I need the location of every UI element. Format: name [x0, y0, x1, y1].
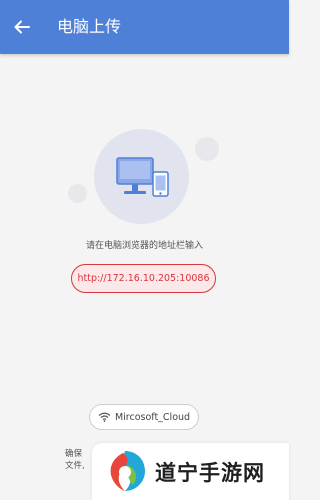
app-bar: 电脑上传: [0, 0, 289, 54]
back-button[interactable]: [8, 13, 36, 41]
watermark-logo-icon: [110, 451, 145, 491]
wifi-icon: [98, 412, 111, 422]
decor-dot: [68, 184, 87, 203]
server-address-text[interactable]: http://172.16.10.205:10086: [77, 273, 209, 284]
decor-dot: [195, 137, 219, 161]
wifi-network-name: Mircosoft_Cloud: [114, 411, 191, 423]
watermark-overlay: 道宁手游网: [92, 443, 289, 500]
monitor-phone-icon: [116, 157, 169, 197]
page-title: 电脑上传: [57, 17, 122, 36]
arrow-left-icon: [14, 20, 30, 34]
server-address-pill[interactable]: http://172.16.10.205:10086: [71, 264, 216, 293]
watermark-text: 道宁手游网: [155, 461, 265, 485]
wifi-network-chip: Mircosoft_Cloud: [89, 404, 199, 430]
instruction-text: 请在电脑浏览器的地址栏输入: [85, 241, 203, 251]
